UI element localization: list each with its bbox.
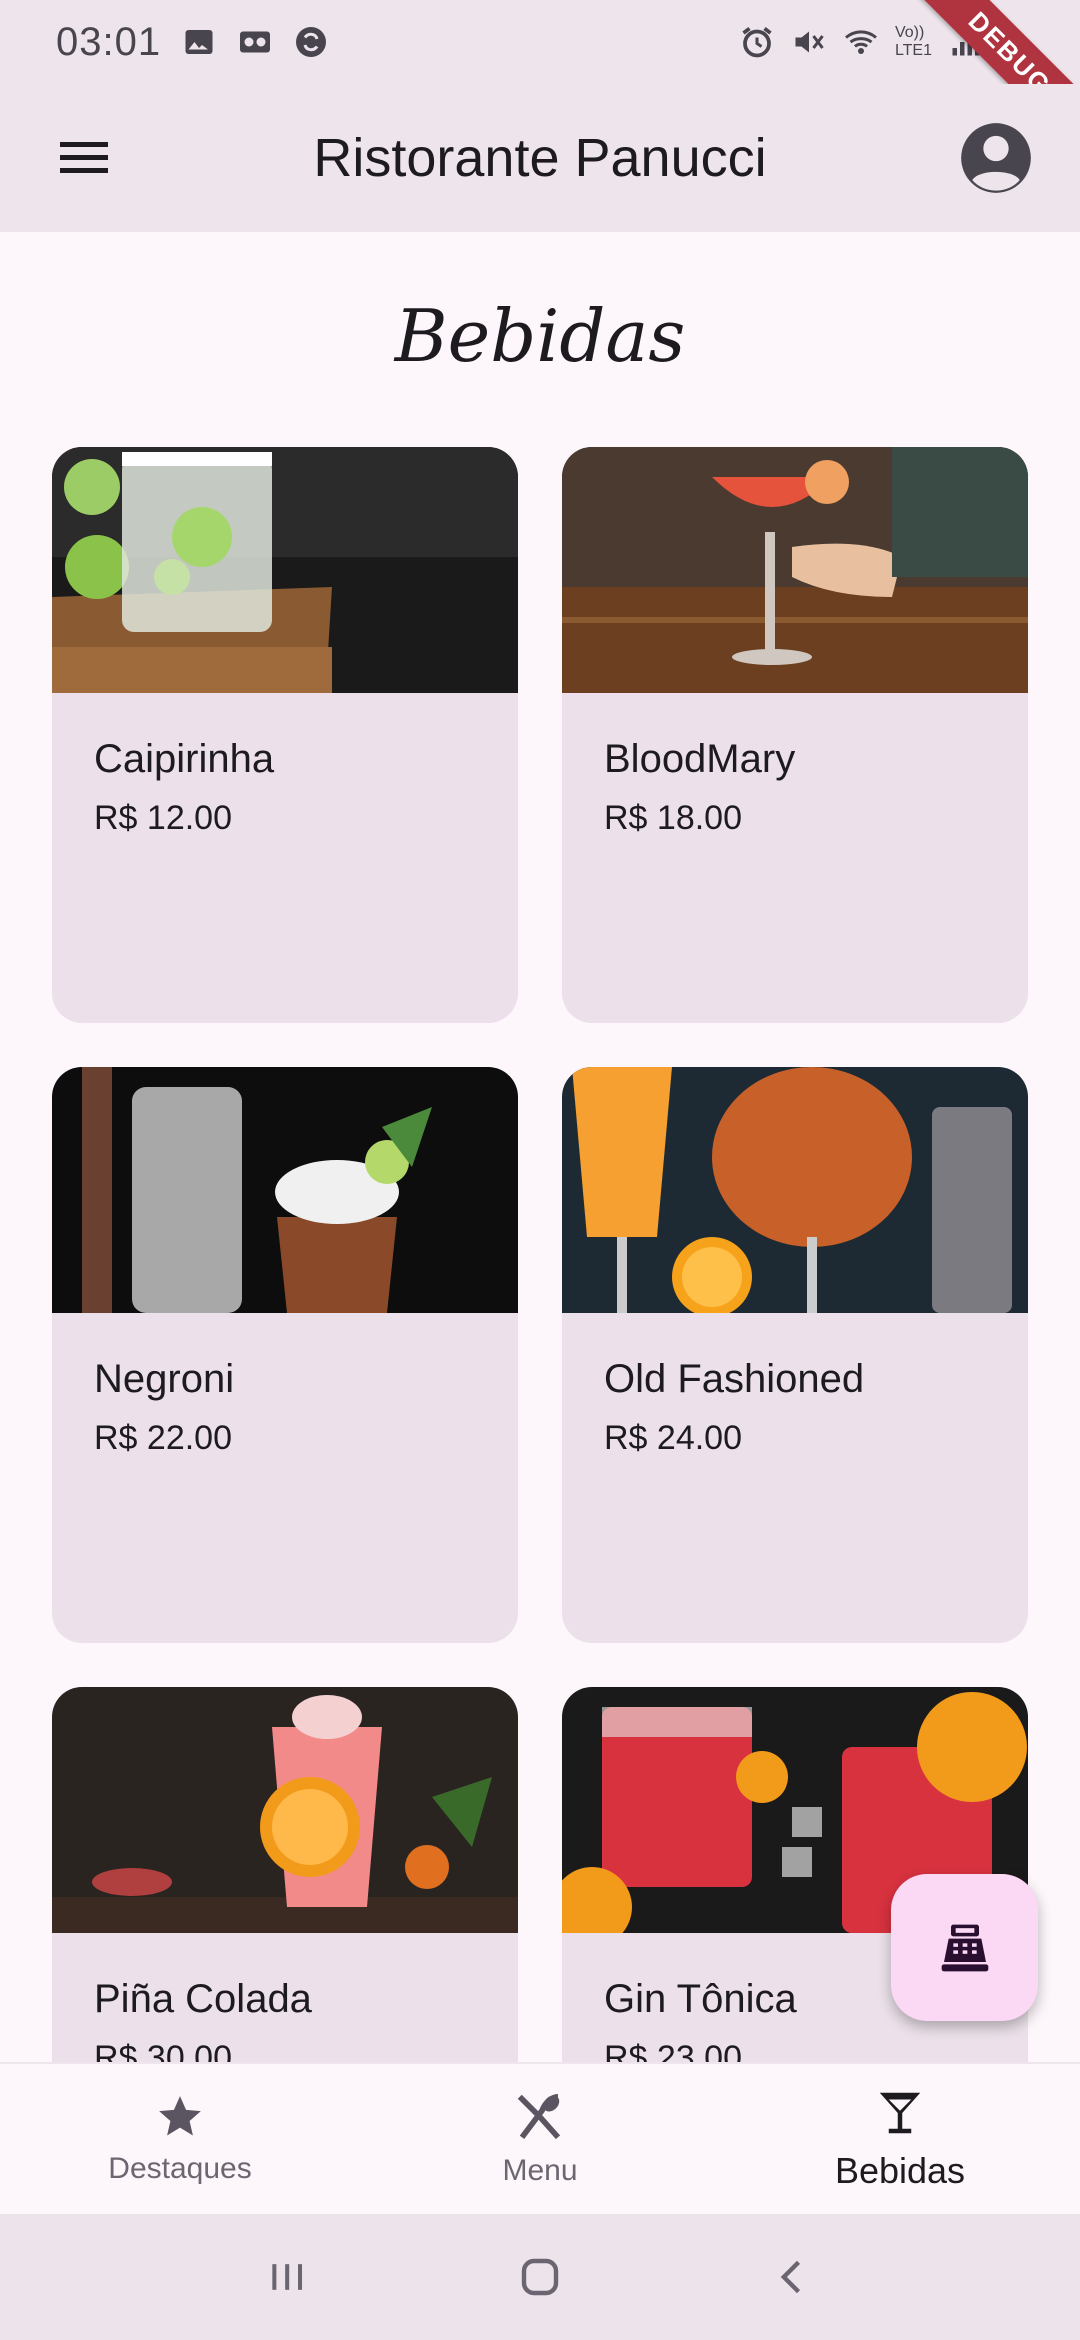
sync-notification-icon [296, 27, 327, 57]
drink-price: R$ 18.00 [604, 799, 742, 837]
account-button[interactable] [956, 118, 1036, 198]
recent-apps-button[interactable] [242, 2232, 332, 2322]
nav-item-bebidas[interactable]: Bebidas [720, 2064, 1080, 2214]
drink-image [562, 1067, 1028, 1313]
back-icon [781, 2260, 801, 2294]
drink-name: BloodMary [604, 737, 796, 781]
status-left: 03:01 [56, 20, 329, 65]
volte-label: Vo)) [894, 24, 925, 41]
nav-label: Bebidas [834, 2150, 966, 2191]
checkout-fab[interactable] [891, 1874, 1038, 2021]
drinks-grid: Caipirinha R$ 12.00 BloodMary R$ 18.00 N… [52, 447, 1028, 2062]
menu-button[interactable] [44, 118, 124, 198]
drink-name: Caipirinha [94, 737, 275, 781]
drink-image [562, 447, 1028, 693]
cocktail-icon [879, 2092, 921, 2134]
drink-card[interactable]: Old Fashioned R$ 24.00 [562, 1067, 1028, 1643]
nav-item-menu[interactable]: Menu [360, 2064, 720, 2214]
star-icon [159, 2096, 201, 2136]
drink-name: Piña Colada [94, 1977, 312, 2021]
volte-indicator: Vo)) LTE1 [895, 24, 932, 60]
system-navigation-bar [0, 2214, 1080, 2340]
drink-price: R$ 23.00 [604, 2039, 742, 2062]
drink-card[interactable]: Caipirinha R$ 12.00 [52, 447, 518, 1023]
home-button[interactable] [495, 2232, 585, 2322]
drink-price: R$ 12.00 [94, 799, 232, 837]
section-title: Bebidas [394, 294, 686, 378]
recent-apps-icon [271, 2264, 302, 2290]
app-title: Ristorante Panucci [313, 128, 767, 188]
mute-icon [795, 31, 824, 53]
drink-price: R$ 22.00 [94, 1419, 232, 1457]
drink-price: R$ 30.00 [94, 2039, 232, 2062]
voicemail-notification-icon [240, 31, 271, 53]
alarm-icon [742, 27, 772, 58]
drink-image [52, 1067, 518, 1313]
drink-name: Negroni [94, 1357, 235, 1401]
drink-name: Old Fashioned [604, 1357, 865, 1401]
gallery-notification-icon [185, 30, 213, 54]
account-circle-icon [961, 123, 1031, 193]
top-app-bar: Ristorante Panucci [0, 84, 1080, 232]
drink-price: R$ 24.00 [604, 1419, 742, 1457]
point-of-sale-icon [941, 1924, 988, 1971]
drink-card[interactable]: Piña Colada R$ 30.00 [52, 1687, 518, 2062]
restaurant-menu-icon [517, 2093, 561, 2140]
lte-label: LTE1 [894, 42, 932, 59]
back-button[interactable] [748, 2232, 838, 2322]
status-time: 03:01 [56, 19, 162, 64]
bottom-navigation: Destaques Menu Bebidas [0, 2062, 1080, 2214]
status-bar: 03:01 Vo)) LTE1 DEBUG [0, 0, 1080, 162]
nav-label: Destaques [108, 2152, 252, 2185]
drink-card[interactable]: BloodMary R$ 18.00 [562, 447, 1028, 1023]
drink-card[interactable]: Negroni R$ 22.00 [52, 1067, 518, 1643]
home-icon [521, 2258, 559, 2296]
drink-image [52, 447, 518, 693]
nav-item-destaques[interactable]: Destaques [0, 2064, 360, 2214]
drink-name: Gin Tônica [604, 1977, 797, 2021]
hamburger-menu-icon [60, 142, 108, 173]
nav-label: Menu [502, 2154, 578, 2187]
drink-image [52, 1687, 518, 1933]
wifi-icon [844, 30, 877, 54]
drinks-content[interactable]: Bebidas Caipirinha R$ 12.00 BloodMary R$… [0, 232, 1080, 2062]
